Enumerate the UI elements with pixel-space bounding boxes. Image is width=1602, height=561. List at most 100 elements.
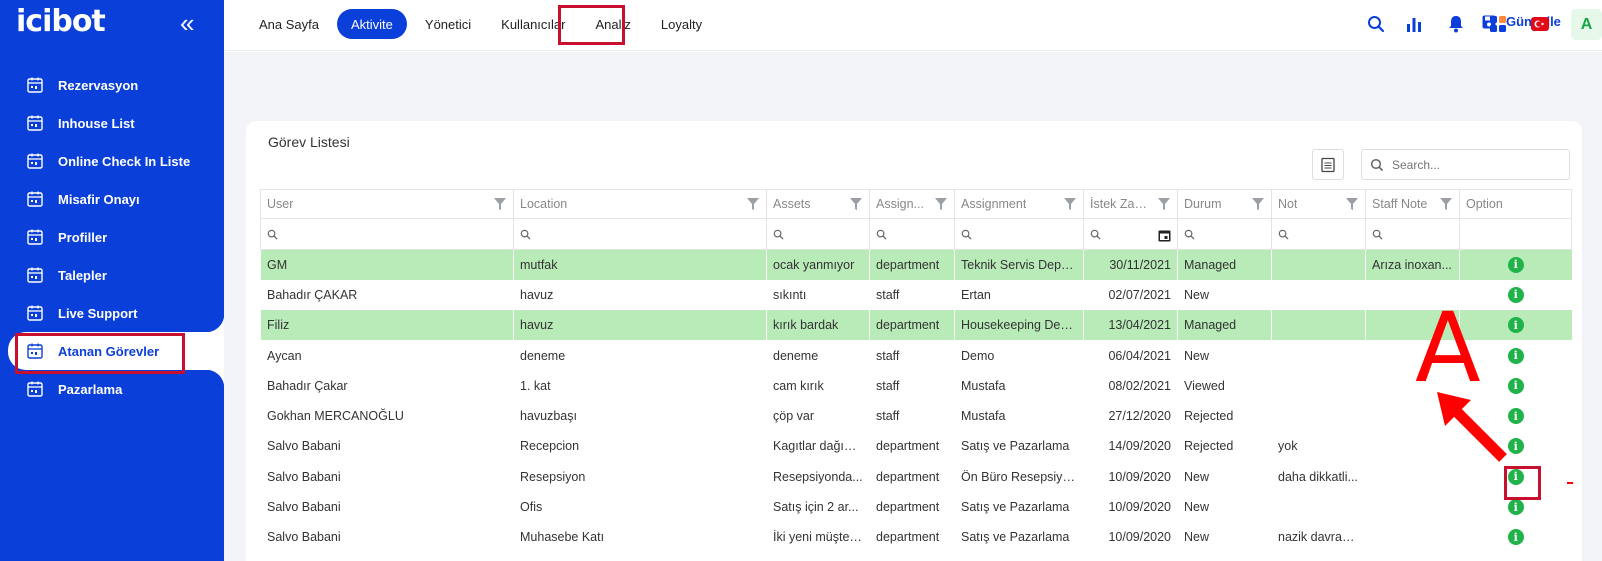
cell-date: 10/09/2020 bbox=[1108, 469, 1171, 484]
table-row[interactable]: Bahadır ÇAKAR havuz sıkıntı staff Ertan 02/07… bbox=[261, 280, 1572, 310]
sidebar-item-label: Rezervasyon bbox=[58, 77, 139, 93]
sidebar-item-label: Misafir Onayı bbox=[58, 191, 140, 207]
nav-aktivite[interactable]: Aktivite bbox=[337, 9, 407, 39]
sidebar-item-misafir-onay-[interactable]: Misafir Onayı bbox=[0, 180, 224, 218]
search-input[interactable] bbox=[1392, 157, 1562, 172]
table-header: User Location Assets Assign... Assignment İst… bbox=[260, 189, 1572, 219]
nav-loyalty[interactable]: Loyalty bbox=[646, 9, 717, 39]
cell-assign: staff bbox=[876, 409, 900, 424]
sidebar-item-inhouse-list[interactable]: Inhouse List bbox=[0, 104, 224, 142]
column-filter-cell[interactable] bbox=[1271, 218, 1366, 250]
nav-ana-sayfa[interactable]: Ana Sayfa bbox=[244, 9, 334, 39]
calendar-icon[interactable] bbox=[1158, 228, 1171, 242]
column-filter-cell[interactable] bbox=[1365, 218, 1460, 250]
cell-date: 13/04/2021 bbox=[1083, 310, 1178, 341]
column-header[interactable]: Location bbox=[513, 189, 767, 219]
column-filter-cell[interactable] bbox=[954, 218, 1084, 250]
column-header[interactable]: Assets bbox=[766, 189, 870, 219]
column-header-label: İstek Zam... bbox=[1090, 197, 1155, 212]
table-row[interactable]: Bahadır Çakar 1. kat cam kırık staff Mustafa… bbox=[261, 371, 1572, 401]
cell-assets: kırık bardak bbox=[766, 310, 870, 341]
sidebar-item-profiller[interactable]: Profiller bbox=[0, 218, 224, 256]
cell-assign: staff bbox=[876, 287, 900, 302]
top-nav: Ana Sayfa Aktivite Yönetici Kullanıcılar… bbox=[244, 0, 717, 48]
double-chevron-left-icon[interactable]: « bbox=[180, 8, 194, 38]
column-header[interactable]: Durum bbox=[1177, 189, 1272, 219]
column-filter-cell bbox=[1459, 218, 1572, 250]
cell-location: 1. kat bbox=[520, 378, 551, 393]
cell-status: New bbox=[1184, 287, 1210, 302]
column-header[interactable]: Staff Note bbox=[1365, 189, 1460, 219]
column-filter-cell[interactable] bbox=[513, 218, 767, 250]
sidebar-item-pazarlama[interactable]: Pazarlama bbox=[0, 370, 224, 408]
cell-status: Rejected bbox=[1184, 409, 1234, 424]
column-filter-cell[interactable] bbox=[1177, 218, 1272, 250]
sidebar-item-talepler[interactable]: Talepler bbox=[0, 256, 224, 294]
annotation-mark bbox=[1567, 482, 1573, 484]
table-row[interactable]: Gokhan MERCANOĞLU havuzbaşı çöp var staff Mu… bbox=[261, 401, 1572, 431]
cell-status: Managed bbox=[1177, 310, 1272, 341]
cell-note bbox=[1272, 280, 1366, 310]
sidebar: icibot « Rezervasyon Inhouse List Online C… bbox=[0, 0, 224, 561]
cell-note bbox=[1271, 249, 1366, 280]
nav-analiz[interactable]: Analiz bbox=[580, 9, 645, 39]
sidebar-item-rezervasyon[interactable]: Rezervasyon bbox=[0, 66, 224, 104]
column-header[interactable]: Assignment bbox=[954, 189, 1084, 219]
column-header[interactable]: User bbox=[260, 189, 514, 219]
table-row[interactable]: Filiz havuz kırık bardak department Housekee… bbox=[260, 310, 1572, 341]
search-icon bbox=[1090, 227, 1101, 241]
main-content: Görev Listesi User Location Assets Assign..… bbox=[224, 52, 1602, 561]
table-row[interactable]: GM mutfak ocak yanmıyor department Teknik Se… bbox=[260, 249, 1572, 280]
task-list-card: Görev Listesi User Location Assets Assign..… bbox=[246, 121, 1582, 561]
sidebar-item-live-support[interactable]: Live Support bbox=[0, 294, 224, 332]
table-row[interactable]: Salvo Babani Muhasebe Katı İki yeni müşter… bbox=[261, 522, 1572, 552]
info-icon[interactable]: i bbox=[1507, 256, 1524, 273]
info-icon[interactable]: i bbox=[1507, 347, 1524, 364]
column-filter-cell[interactable] bbox=[766, 218, 870, 250]
avatar[interactable]: A bbox=[1571, 9, 1602, 40]
table-row[interactable]: Salvo Babani Resepsiyon Resepsiyonda... dep… bbox=[261, 462, 1572, 492]
cell-assign: department bbox=[876, 500, 940, 515]
table-row[interactable]: Salvo Babani Recepcion Kagıtlar dağınık. de… bbox=[261, 431, 1572, 461]
cell-location: deneme bbox=[520, 348, 566, 363]
cell-location: Ofis bbox=[520, 500, 543, 515]
column-filter-cell[interactable] bbox=[1083, 218, 1178, 250]
sidebar-item-atanan-g-revler[interactable]: Atanan Görevler bbox=[8, 314, 224, 388]
table-row[interactable]: Aycan deneme deneme staff Demo 06/04/2021 New i bbox=[261, 340, 1572, 370]
info-icon[interactable]: i bbox=[1507, 529, 1524, 546]
cell-assign: staff bbox=[876, 378, 900, 393]
cell-note: daha dikkatli... bbox=[1278, 469, 1358, 484]
cell-date: 06/04/2021 bbox=[1108, 348, 1171, 363]
info-icon[interactable]: i bbox=[1507, 317, 1524, 334]
cell-user: Salvo Babani bbox=[267, 439, 341, 454]
column-header[interactable]: Assign... bbox=[869, 189, 955, 219]
nav-kullanicilar[interactable]: Kullanıcılar bbox=[486, 9, 580, 39]
export-excel-button[interactable] bbox=[1312, 149, 1344, 180]
column-header[interactable]: İstek Zam... bbox=[1083, 189, 1178, 219]
table-row[interactable]: Salvo Babani Ofis Satış için 2 ar... depart… bbox=[261, 492, 1572, 522]
sidebar-item-online-check-in-liste[interactable]: Online Check In Liste bbox=[0, 142, 224, 180]
sidebar-item-label: Profiller bbox=[58, 229, 108, 245]
cell-status: New bbox=[1184, 469, 1210, 484]
search-icon bbox=[520, 227, 531, 241]
cell-status: Viewed bbox=[1184, 378, 1225, 393]
column-header[interactable]: Not bbox=[1271, 189, 1366, 219]
search-icon bbox=[961, 227, 972, 241]
apps-grid-icon[interactable] bbox=[1488, 14, 1508, 34]
info-icon[interactable]: i bbox=[1507, 499, 1524, 516]
column-filter-cell[interactable] bbox=[260, 218, 514, 250]
cell-assignment: Mustafa bbox=[961, 409, 1006, 424]
cell-assets: Satış için 2 ar... bbox=[773, 500, 859, 515]
column-header-label: Assign... bbox=[876, 197, 924, 212]
chart-icon[interactable] bbox=[1404, 14, 1424, 34]
cell-option: i bbox=[1459, 249, 1572, 280]
column-filter-cell[interactable] bbox=[869, 218, 955, 250]
info-icon[interactable]: i bbox=[1507, 286, 1524, 303]
search-icon[interactable] bbox=[1366, 14, 1386, 34]
bell-icon[interactable] bbox=[1446, 14, 1466, 34]
turkey-flag-icon[interactable] bbox=[1530, 14, 1550, 34]
cell-assignment: Satış ve Pazarlama bbox=[961, 500, 1070, 515]
column-header[interactable]: Option bbox=[1459, 189, 1572, 219]
cell-location: Muhasebe Katı bbox=[520, 530, 605, 545]
nav-yonetici[interactable]: Yönetici bbox=[410, 9, 486, 39]
